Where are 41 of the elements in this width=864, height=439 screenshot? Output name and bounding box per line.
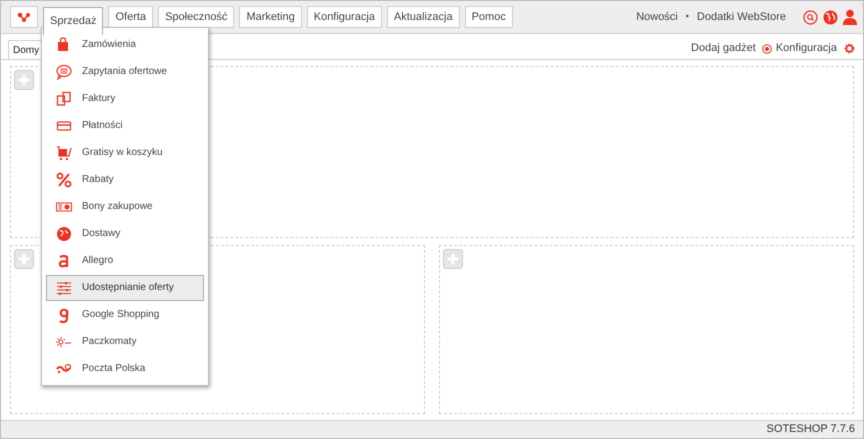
top-link[interactable]: Nowości (636, 8, 678, 26)
menu-item[interactable]: Udostępnianie oferty (46, 274, 204, 300)
configuration-link[interactable]: Konfiguracja (776, 40, 837, 57)
nav-tab[interactable]: Oferta (108, 6, 154, 28)
menu-item[interactable]: Rabaty (46, 166, 204, 192)
menu-item[interactable]: Poczta Polska (46, 356, 204, 382)
menu-item[interactable]: Faktury (46, 86, 204, 112)
top-link[interactable]: Dodatki WebStore (696, 8, 786, 26)
plus-icon (447, 253, 459, 265)
menu-item[interactable]: Google Shopping (46, 302, 204, 328)
plus-icon (18, 74, 30, 86)
menu-item[interactable]: Allegro (46, 248, 204, 274)
menu-item[interactable]: Zapytania ofertowe (46, 58, 204, 84)
menu-item[interactable]: Dostawy (46, 220, 204, 246)
user-icon[interactable] (843, 9, 857, 25)
percent-icon (55, 172, 73, 188)
menu-item[interactable]: Zamówienia (46, 32, 204, 58)
nav-tab[interactable]: Aktualizacja (386, 6, 460, 28)
nav-tab[interactable]: Pomoc (464, 6, 513, 28)
page-tab[interactable]: Domy (8, 40, 42, 59)
menu-item[interactable]: Gratisy w koszyku (46, 140, 204, 166)
nav-tab[interactable]: Sprzedaż (43, 6, 104, 34)
nav-tab[interactable]: Społeczność (158, 6, 234, 28)
gift-cart-icon (55, 144, 73, 160)
menu-item[interactable]: Bony zakupowe (46, 194, 204, 220)
menu-item[interactable]: Paczkomaty (46, 328, 204, 354)
molecule-logo-icon (17, 12, 31, 22)
speech-bubble-icon (55, 64, 73, 80)
documents-icon (55, 90, 73, 106)
add-gadget-link[interactable]: Dodaj gadżet (691, 40, 756, 57)
version-label: SOTESHOP 7.7.6 (766, 422, 855, 438)
sliders-icon (55, 280, 73, 296)
nav-tab[interactable]: Konfiguracja (306, 6, 382, 28)
menu-item[interactable]: Płatności (46, 112, 204, 138)
target-icon (762, 44, 772, 54)
logo-button[interactable] (10, 6, 38, 28)
nav-tab[interactable]: Marketing (239, 6, 302, 28)
separator-dot: • (686, 10, 689, 24)
plus-icon (18, 253, 30, 265)
settings-icon[interactable] (844, 43, 855, 54)
search-icon[interactable] (803, 10, 818, 24)
